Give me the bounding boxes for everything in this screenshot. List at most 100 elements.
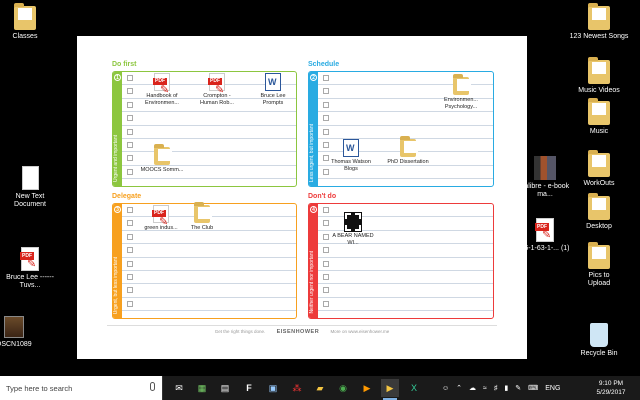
footer-brand: EISENHOWER [276,329,320,335]
bruce-lee-pdf-icon[interactable]: PDF ✎ Bruce Lee ------ Tuvs... [0,247,60,290]
quadrant-side-label: Neither urgent nor important [309,251,315,314]
dscn1089-icon[interactable]: DSCN1089 [0,316,44,349]
battery-icon[interactable]: ▮ [504,384,508,392]
file-label: Environmen... Psychology... [444,97,478,110]
task-checkbox[interactable] [127,141,133,148]
active-media-icon[interactable]: ▶ [381,379,399,400]
footer-tagline: Get the right things done. [214,329,266,334]
task-checkbox[interactable] [323,88,329,95]
pics-to-upload-icon[interactable]: Pics to Upload [569,242,629,288]
system-clock[interactable]: 9:10 PM 5/29/2017 [592,379,630,397]
quadrant-delegate: Delegate 3 Urgent, but less important PD… [112,193,297,319]
media-player-icon[interactable]: ▶ [358,379,376,397]
file-thomas-watson-blogs[interactable]: W Thomas Watson Blogs [328,139,374,172]
task-checkbox[interactable] [127,287,133,294]
file-moocs-folder[interactable]: MOOCS Somm... [139,144,185,174]
language-indicator[interactable]: ENG [545,385,560,392]
icon-label: New Text Document [14,193,46,208]
volume-icon[interactable]: ♯ [494,385,498,392]
workouts-icon[interactable]: WorkOuts [569,150,629,188]
task-checkbox[interactable] [127,75,133,81]
keyboard-icon[interactable]: ⌨ [528,384,538,392]
task-checkbox[interactable] [127,220,133,227]
task-checkbox[interactable] [127,273,133,280]
file-phd-dissertation[interactable]: PhD Dissertation [385,136,431,166]
task-checkbox[interactable] [127,88,133,95]
clock-date: 5/29/2017 [596,389,626,396]
cloud-icon[interactable]: ☁ [469,384,476,392]
123-newest-songs-icon[interactable]: 123 Newest Songs [569,3,629,41]
film-editor-icon[interactable]: F [240,379,258,397]
task-checkbox[interactable] [323,101,329,108]
excel-icon[interactable]: X [405,379,423,397]
task-checkbox[interactable] [323,220,329,227]
task-checkbox[interactable] [127,207,133,213]
task-checkbox[interactable] [127,155,133,162]
task-checkbox[interactable] [323,273,329,280]
file-handbook-environmental[interactable]: PDF ✎ Handbook of Environmen... [139,73,185,106]
task-checkbox[interactable] [127,115,133,122]
media-app-icon[interactable]: ▣ [264,379,282,397]
file-green-industry[interactable]: PDF ✎ green indus... [138,205,184,232]
task-checkbox[interactable] [323,207,329,213]
show-hidden-icons-chevron-icon[interactable]: ⌃ [456,384,462,392]
task-checkbox[interactable] [323,247,329,254]
microphone-icon[interactable] [150,382,155,391]
icon-label: Recycle Bin [580,350,618,357]
pdf-icon: PDF ✎ [20,247,39,271]
mail-icon[interactable]: ✉ [170,379,188,397]
eisenhower-matrix: Do first 1 Urgent and important PDF ✎ Han… [77,36,527,359]
chrome-icon[interactable]: ◉ [334,379,352,397]
task-checkbox[interactable] [323,115,329,122]
recycle-bin-icon[interactable]: Recycle Bin [569,323,629,358]
file-a-bear-named-winnie[interactable]: A BEAR NAMED WI... [330,212,376,246]
file-label: The Club [190,225,214,231]
task-checkbox[interactable] [323,233,329,240]
pdf-icon: PDF ✎ [535,218,554,242]
task-checkbox[interactable] [323,287,329,294]
folder-icon [588,150,610,177]
folder-icon [154,144,172,165]
music-icon[interactable]: Music [569,98,629,136]
network-icon[interactable]: ≈ [483,385,487,392]
task-checkbox[interactable] [127,101,133,108]
task-checkbox[interactable] [323,75,329,81]
pen-icon[interactable]: ✎ [515,384,521,392]
calculator-icon[interactable]: ▦ [193,379,211,397]
task-checkbox[interactable] [323,300,329,307]
quadrant-side-label: Urgent, but less important [113,256,119,314]
icon-label: Bruce Lee ------ Tuvs... [6,274,54,289]
file-bruce-lee-prompts[interactable]: W Bruce Lee Prompts [250,73,296,106]
word-document-icon: W [343,139,359,157]
network-app-icon[interactable]: ⁂ [288,379,306,397]
system-tray: ☺ ⌃ ☁ ≈ ♯ ▮ ✎ ⌨ ENG [442,376,560,400]
music-videos-icon[interactable]: Music Videos [569,57,629,95]
pdf-icon: PDF ✎ [153,73,170,96]
folder-icon [194,202,212,223]
file-the-club[interactable]: The Club [179,202,225,232]
task-checkbox[interactable] [323,128,329,135]
quadrant-do-first: Do first 1 Urgent and important PDF ✎ Han… [112,61,297,187]
desktop-folder-icon[interactable]: Desktop [569,193,629,231]
task-checkbox[interactable] [127,233,133,240]
quadrant-dont-do: Don't do 4 Neither urgent nor important … [308,193,494,319]
file-explorer-icon[interactable]: ▰ [311,379,329,397]
quadrant-number: 2 [310,74,317,81]
classes-folder-icon[interactable]: Classes [0,3,55,41]
notes-icon[interactable]: ▤ [216,379,234,397]
task-checkbox[interactable] [127,168,133,175]
taskbar-search-box[interactable]: Type here to search [0,376,163,400]
task-checkbox[interactable] [127,300,133,307]
file-crompton-human-robot[interactable]: PDF ✎ Crompton - Human Rob... [194,73,240,106]
task-checkbox[interactable] [127,247,133,254]
folder-icon [588,193,610,220]
quadrant-title: Delegate [112,193,142,200]
new-text-document-icon[interactable]: New Text Document [0,166,60,209]
task-checkbox[interactable] [127,260,133,267]
task-checkbox[interactable] [127,128,133,135]
search-placeholder: Type here to search [6,384,73,393]
people-icon[interactable]: ☺ [442,385,449,392]
file-environmental-psychology[interactable]: Environmen... Psychology... [438,74,484,110]
task-checkbox[interactable] [323,260,329,267]
quadrant-strip: 1 Urgent and important [113,72,122,186]
